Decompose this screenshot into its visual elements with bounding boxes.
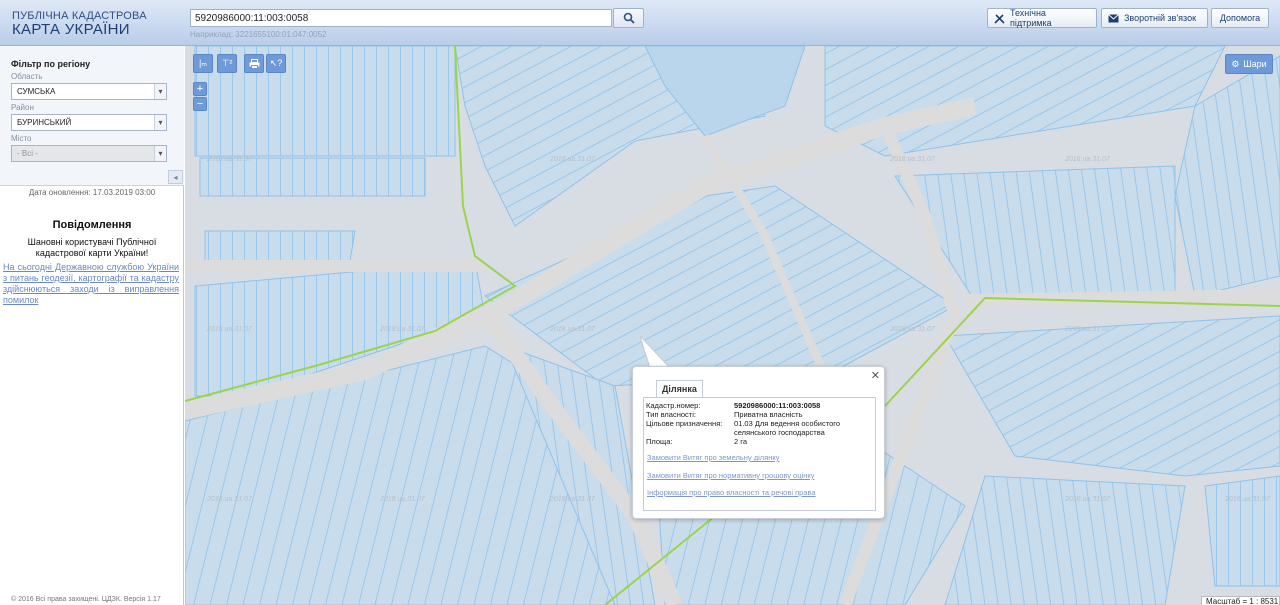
copyright: © 2016 Всі права захищені. ЦДЗК. Версія … (11, 596, 161, 603)
watermark: 2018.ua.31.07 (890, 156, 935, 163)
close-icon[interactable]: ✕ (871, 369, 880, 382)
top-header: ПУБЛІЧНА КАДАСТРОВА КАРТА УКРАЇНИ Наприк… (0, 0, 1280, 46)
measure-distance-button[interactable]: |ₘ (193, 54, 213, 73)
filter-title: Фільтр по регіону (11, 59, 91, 69)
city-select-value: - Всі - (17, 149, 38, 158)
notice-greeting: Шановні користувачі Публічної кадастрово… (27, 237, 157, 258)
region-select[interactable]: СУМСЬКА ▾ (11, 83, 167, 100)
field-label: Цільове призначення: (646, 419, 723, 428)
zoom-in-button[interactable]: + (193, 82, 207, 96)
layers-button[interactable]: ⚙ Шари (1225, 54, 1273, 74)
watermark: 2018.ua.31.07 (207, 326, 252, 333)
sidebar: Фільтр по регіону Область СУМСЬКА ▾ Райо… (0, 46, 184, 605)
collapse-panel-button[interactable]: ◂ (168, 170, 183, 184)
parcel-map[interactable] (185, 46, 1280, 605)
envelope-icon (1108, 13, 1119, 22)
parcel-block[interactable] (1204, 475, 1280, 587)
field-value: Приватна власність (734, 410, 803, 419)
parcel-info-content: Кадастр.номер: 5920986000:11:003:0058 Ти… (643, 397, 876, 511)
watermark: 2018.ua.31.07 (890, 326, 935, 333)
chevron-down-icon: ▾ (154, 146, 166, 161)
field-purpose: Цільове призначення: 01.03 Для ведення о… (646, 419, 873, 437)
parcel-info-popup: ✕ Ділянка Кадастр.номер: 5920986000:11:0… (632, 366, 885, 519)
field-area: Площа: 2 га (646, 437, 873, 446)
watermark: 2018.ua.31.07 (1065, 156, 1110, 163)
city-label: Місто (11, 134, 32, 143)
notice-title: Повідомлення (52, 219, 132, 231)
order-parcel-extract-link[interactable]: Замовити Витяг про земельну ділянку (647, 453, 780, 462)
watermark: 2018.ua.31.07 (550, 156, 595, 163)
tools-icon (994, 13, 1005, 24)
feedback-button-label: Зворотній зв'язок (1124, 13, 1197, 23)
map-scale: Масштаб = 1 : 8531 (1201, 596, 1280, 605)
cadastral-search-input[interactable] (190, 9, 612, 27)
ruler-icon: |ₘ (199, 58, 207, 68)
notice-link[interactable]: На сьогодні Державною службою України з … (3, 262, 179, 306)
district-select-value: БУРИНСЬКИЙ (17, 118, 72, 127)
district-label: Район (11, 103, 34, 112)
popup-pointer (639, 336, 671, 368)
printer-icon (249, 58, 259, 69)
minus-icon: − (196, 98, 204, 110)
watermark: 2018.ua.31.07 (207, 496, 252, 503)
support-button-label: Технічна підтримка (1010, 8, 1052, 28)
identify-button[interactable]: ↖? (266, 54, 286, 73)
print-button[interactable] (244, 54, 264, 73)
gear-icon: ⚙ (1231, 58, 1240, 69)
watermark: 2018.ua.31.07 (550, 326, 595, 333)
watermark: 2018.ua.31.07 (550, 496, 595, 503)
district-select[interactable]: БУРИНСЬКИЙ ▾ (11, 114, 167, 131)
parcel-block[interactable] (199, 157, 426, 197)
field-label: Кадастр.номер: (646, 401, 701, 410)
cursor-question-icon: ↖? (269, 58, 283, 68)
field-label: Тип власності: (646, 410, 696, 419)
search-button[interactable] (613, 8, 644, 28)
logo-title[interactable]: КАРТА УКРАЇНИ (12, 21, 130, 38)
measure-area-button[interactable]: ⊤² (217, 54, 237, 73)
watermark: 2018.ua.31.07 (207, 156, 252, 163)
feedback-button[interactable]: Зворотній зв'язок (1101, 8, 1208, 28)
field-ownership-type: Тип власності: Приватна власність (646, 410, 873, 419)
chevron-down-icon: ▾ (154, 84, 166, 99)
watermark: 2018.ua.31.07 (1065, 326, 1110, 333)
update-date: Дата оновлення: 17.03.2019 03:00 (28, 188, 156, 197)
search-icon (623, 12, 635, 24)
watermark: 2018.ua.31.07 (1225, 496, 1270, 503)
layers-button-label: Шари (1243, 59, 1267, 69)
watermark: 2018.ua.31.07 (380, 496, 425, 503)
chevron-down-icon: ▾ (154, 115, 166, 130)
area-icon: ⊤² (221, 58, 233, 68)
help-button-label: Допомога (1219, 13, 1261, 23)
zoom-out-button[interactable]: − (193, 97, 207, 111)
chevron-left-icon: ◂ (173, 172, 178, 182)
watermark: 2018.ua.31.07 (380, 326, 425, 333)
region-filter-panel: Фільтр по регіону Область СУМСЬКА ▾ Райо… (0, 46, 184, 186)
order-valuation-extract-link[interactable]: Замовити Витяг про нормативну грошову оц… (647, 471, 814, 480)
field-label: Площа: (646, 437, 673, 446)
plus-icon: + (196, 83, 204, 95)
region-select-value: СУМСЬКА (17, 87, 56, 96)
map-canvas[interactable]: 2018.ua.31.07 2018.ua.31.07 2018.ua.31.0… (185, 46, 1280, 605)
watermark: 2018.ua.31.07 (1065, 496, 1110, 503)
support-button[interactable]: Технічна підтримка (987, 8, 1097, 28)
field-value: 2 га (734, 437, 747, 446)
city-select[interactable]: - Всі - ▾ (11, 145, 167, 162)
region-label: Область (11, 72, 43, 81)
tab-parcel[interactable]: Ділянка (656, 380, 703, 397)
search-hint: Наприклад: 3221655100:01:047:0052 (190, 30, 327, 39)
field-value: 5920986000:11:003:0058 (734, 401, 821, 410)
field-cadastral-number: Кадастр.номер: 5920986000:11:003:0058 (646, 401, 873, 410)
field-value: 01.03 Для ведення особистого селянського… (734, 419, 841, 437)
ownership-info-link[interactable]: Інформація про право власності та речові… (647, 488, 816, 497)
parcel-block[interactable] (204, 230, 356, 262)
help-button[interactable]: Допомога (1211, 8, 1269, 28)
